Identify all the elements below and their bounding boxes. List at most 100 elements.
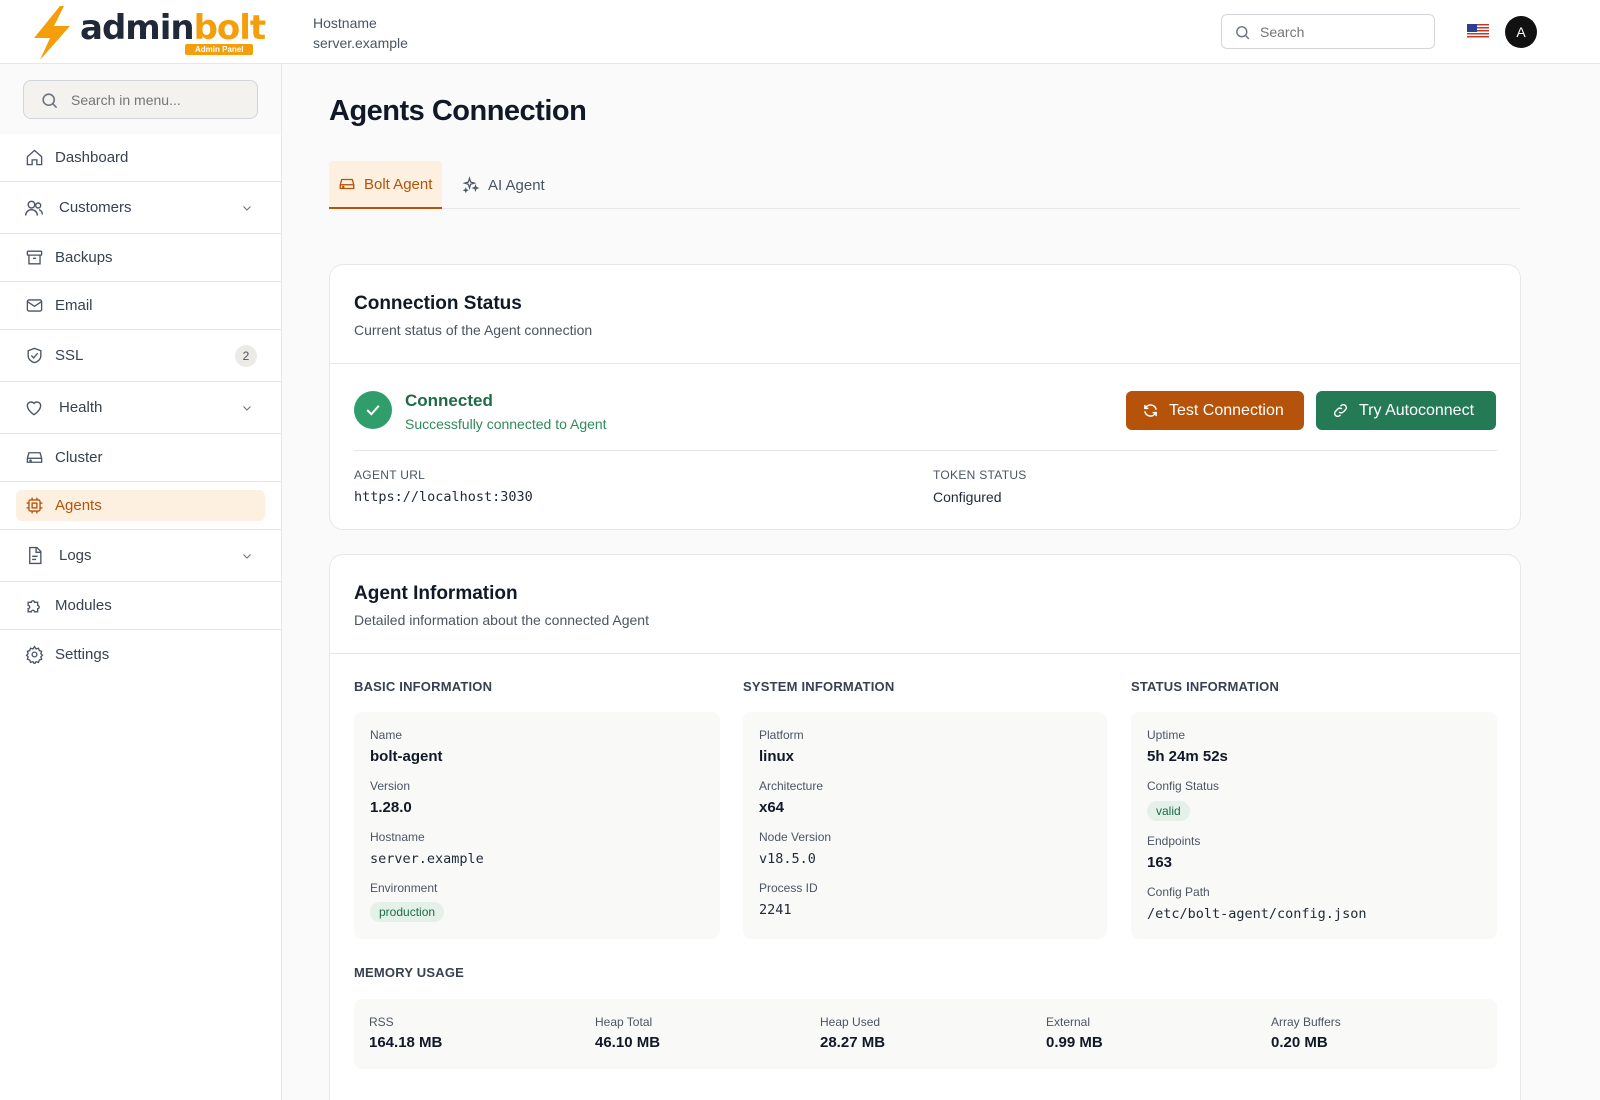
field-label: Hostname [370,830,425,844]
memory-stat-label: External [1046,1015,1091,1029]
field-label: Node Version [759,830,832,844]
sidebar-item-settings[interactable]: Settings [0,630,281,678]
top-header: adminbolt Admin Panel Hostname server.ex… [0,0,1600,64]
token-status-label: TOKEN STATUS [933,468,1027,482]
sidebar-item-label: Health [59,399,103,416]
sidebar-search-input[interactable] [71,90,241,110]
sidebar-item-label: Cluster [55,449,103,466]
config-status-badge: valid [1147,801,1190,821]
sidebar-item-label: Modules [55,597,112,614]
agent-version-value: 1.28.0 [370,799,412,816]
endpoints-value: 163 [1147,854,1173,871]
sidebar-item-label: Customers [59,199,132,216]
sidebar-item-dashboard[interactable]: Dashboard [0,134,281,182]
agent-url-value: https://localhost:3030 [354,489,533,505]
field-label: Process ID [759,881,818,895]
memory-stat-value: 0.20 MB [1271,1034,1328,1051]
token-status-value: Configured [933,489,1002,505]
archive-icon [24,248,44,268]
sidebar-search-area [0,64,281,134]
us-flag-icon[interactable] [1467,24,1489,39]
file-text-icon [24,546,44,566]
heart-icon [24,398,44,418]
search-icon [1236,26,1250,40]
environment-badge: production [370,902,445,922]
agent-name-value: bolt-agent [370,748,443,765]
shield-check-icon [24,346,44,366]
sidebar-item-label: Agents [55,497,102,514]
sidebar-search[interactable] [23,80,258,119]
tab-ai-agent[interactable]: AI Agent [453,161,554,209]
mail-icon [24,296,44,316]
agent-hostname-value: server.example [370,851,484,867]
tab-bolt-agent[interactable]: Bolt Agent [329,161,442,209]
memory-stat-value: 164.18 MB [369,1034,443,1051]
memory-stat-value: 0.99 MB [1046,1034,1103,1051]
field-label: Uptime [1147,728,1186,742]
sidebar-item-customers[interactable]: Customers [0,182,281,234]
status-info-panel: Uptime 5h 24m 52s Config Status valid En… [1131,712,1497,939]
check-circle-icon [354,391,392,429]
basic-info-panel: Name bolt-agent Version 1.28.0 Hostname … [354,712,720,939]
field-label: Name [370,728,403,742]
sidebar-item-health[interactable]: Health [0,382,281,434]
card-header: Agent Information Detailed information a… [330,555,1520,654]
global-search[interactable] [1221,14,1435,49]
card-title: Connection Status [354,293,522,314]
refresh-icon [1144,404,1157,417]
memory-stat-label: Heap Total [595,1015,653,1029]
memory-stat: External 0.99 MB [1046,1015,1103,1051]
gear-icon [24,644,44,664]
field-label: Config Status [1147,779,1220,793]
sparkles-icon [462,176,480,194]
system-info-heading: SYSTEM INFORMATION [743,679,895,694]
card-subtitle: Current status of the Agent connection [354,322,593,338]
hostname-value: server.example [313,35,408,51]
button-label: Test Connection [1169,401,1284,419]
card-title: Agent Information [354,583,518,604]
brand-logo[interactable]: adminbolt Admin Panel [30,6,266,60]
tab-label: AI Agent [488,176,545,194]
hostname-block: Hostname server.example [313,13,408,53]
sidebar-item-cluster[interactable]: Cluster [0,434,281,482]
server-icon [339,178,355,190]
connection-status-card: Connection Status Current status of the … [329,264,1521,530]
chevron-down-icon [243,405,251,411]
sidebar-item-backups[interactable]: Backups [0,234,281,282]
memory-stat: Heap Total 46.10 MB [595,1015,660,1051]
avatar[interactable]: A [1505,16,1537,48]
chevron-down-icon [243,553,251,559]
basic-info-heading: BASIC INFORMATION [354,679,493,694]
puzzle-icon [24,596,44,616]
field-label: Endpoints [1147,834,1201,848]
field-label: Platform [759,728,804,742]
memory-stat: RSS 164.18 MB [369,1015,442,1051]
memory-stat: Array Buffers 0.20 MB [1271,1015,1341,1051]
memory-stat-label: Heap Used [820,1015,881,1029]
memory-usage-heading: MEMORY USAGE [354,965,465,980]
sidebar-item-label: Settings [55,645,110,663]
ssl-count-badge: 2 [235,344,257,367]
test-connection-button[interactable]: Test Connection [1126,391,1304,430]
active-highlight [16,490,265,521]
status-info-heading: STATUS INFORMATION [1131,679,1280,694]
sidebar: Dashboard Customers Backups Email SSL 2 … [0,64,282,1100]
sidebar-item-logs[interactable]: Logs [0,530,281,582]
sidebar-item-modules[interactable]: Modules [0,582,281,630]
memory-stat-label: RSS [369,1015,394,1029]
sidebar-item-ssl[interactable]: SSL 2 [0,330,281,382]
agent-information-card: Agent Information Detailed information a… [329,554,1521,1100]
sidebar-item-email[interactable]: Email [0,282,281,330]
platform-value: linux [759,748,795,765]
try-autoconnect-button[interactable]: Try Autoconnect [1316,391,1496,430]
status-detail: Successfully connected to Agent [405,416,607,432]
field-label: Config Path [1147,885,1210,899]
button-label: Try Autoconnect [1359,401,1475,419]
field-label: Environment [370,881,438,895]
sidebar-item-agents[interactable]: Agents [0,482,281,530]
search-icon [42,93,58,109]
sidebar-item-label: SSL [55,347,84,364]
tab-label: Bolt Agent [364,175,433,193]
uptime-value: 5h 24m 52s [1147,748,1228,765]
search-input[interactable] [1260,21,1425,43]
